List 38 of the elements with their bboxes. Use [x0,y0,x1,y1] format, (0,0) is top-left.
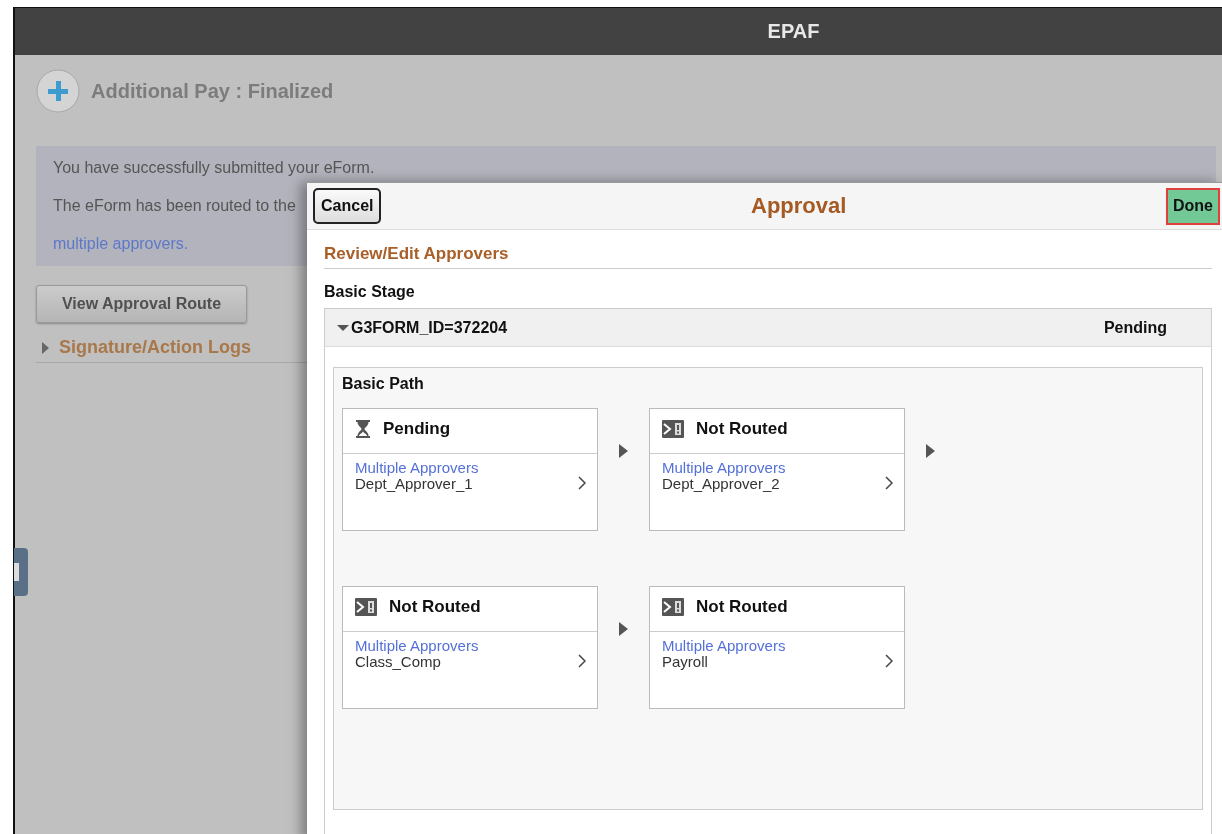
message-text: The eForm has been routed to the [53,196,296,215]
stage-label: Basic Stage [324,283,416,301]
approver-name: Class_Comp [355,654,441,670]
step-card[interactable]: Not Routed Multiple Approvers Class_Comp [342,586,598,709]
stage-id: G3FORM_ID=372204 [351,318,509,337]
step-status: Pending [383,419,451,439]
app-title: EPAF [767,20,820,43]
step-card[interactable]: Not Routed Multiple Approvers Dept_Approver_2 [649,408,905,531]
chevron-right-icon [578,654,586,668]
chevron-right-icon [885,476,893,490]
collapse-icon[interactable] [337,322,349,333]
view-approval-route-button[interactable]: View Approval Route [36,285,247,323]
add-icon[interactable] [36,69,80,113]
approvers-link[interactable]: Multiple Approvers [662,638,885,654]
path-title: Basic Path [342,375,425,393]
chevron-right-icon [885,654,893,668]
approvers-link[interactable]: Multiple Approvers [355,638,578,654]
approvers-link[interactable]: Multiple Approvers [662,460,885,476]
step-status: Not Routed [696,419,788,439]
stage-header[interactable]: G3FORM_ID=372204 Pending [325,309,1211,347]
chevron-right-icon [578,476,586,490]
approver-name: Dept_Approver_2 [662,476,780,492]
expand-icon[interactable] [40,341,50,354]
approver-name: Dept_Approver_1 [355,476,473,492]
done-button[interactable]: Done [1166,187,1220,225]
section-heading: Review/Edit Approvers [324,244,1212,269]
message-text: You have successfully submitted your eForm. [53,158,375,177]
step-card[interactable]: Not Routed Multiple Approvers Payroll [649,586,905,709]
cancel-button[interactable]: Cancel [313,188,382,224]
dialog-title: Approval [751,193,847,219]
side-tab[interactable] [14,548,28,596]
step-status: Not Routed [696,597,788,617]
page-title: Additional Pay : Finalized [91,79,334,103]
approvers-link[interactable]: Multiple Approvers [355,460,578,476]
approver-name: Payroll [662,654,708,670]
step-status: Not Routed [389,597,481,617]
stage-status: Pending [1103,318,1167,337]
step-card[interactable]: Pending Multiple Approvers Dept_Approver_1 [342,408,598,531]
